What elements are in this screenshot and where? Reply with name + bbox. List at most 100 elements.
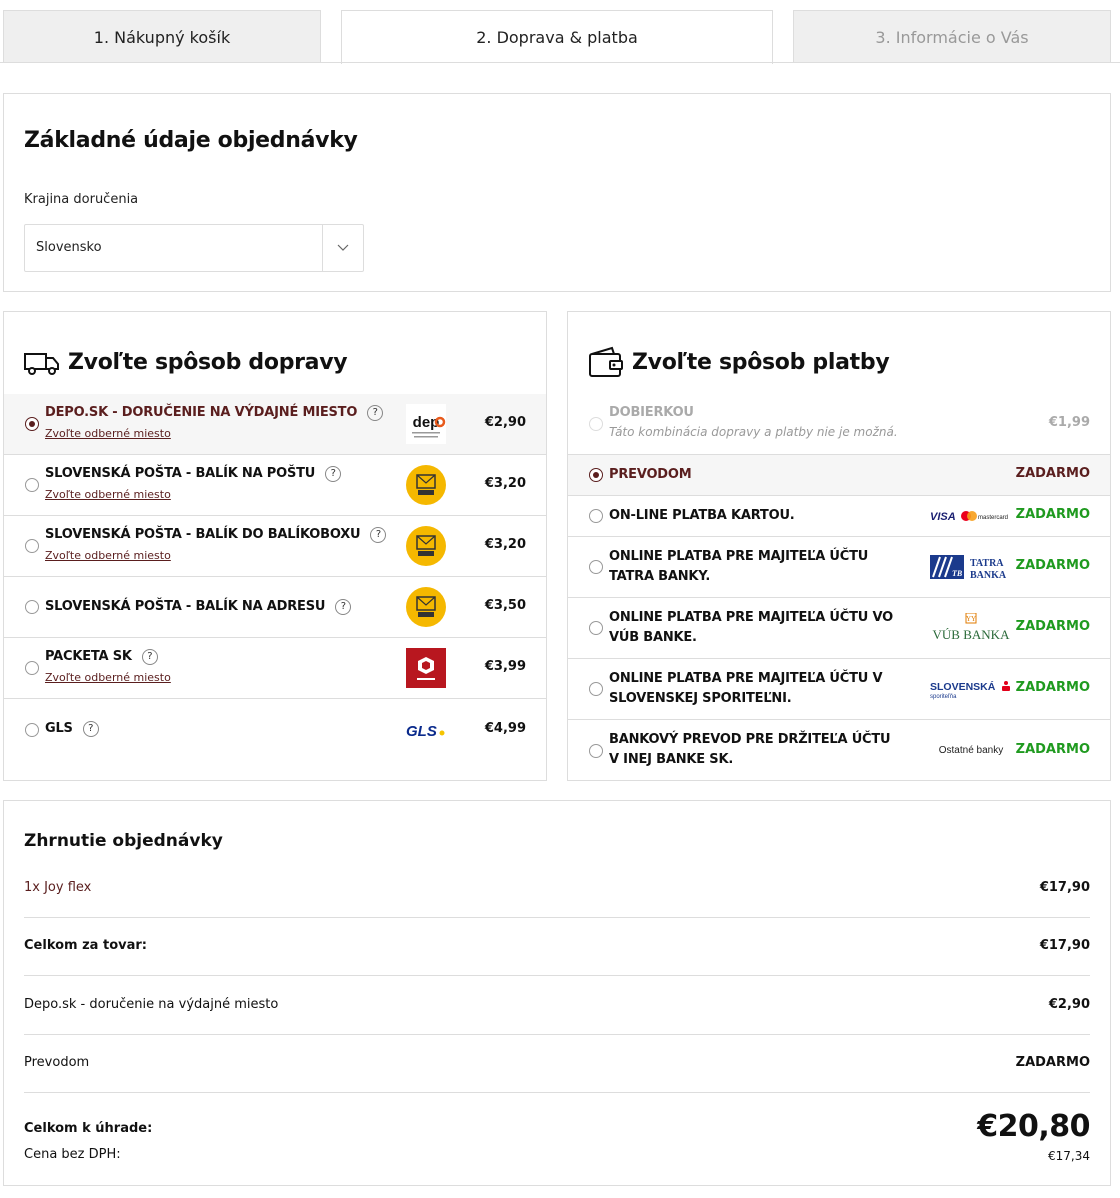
help-icon[interactable]: ? (370, 527, 387, 543)
shipping-option-posta-balikobox[interactable]: SLOVENSKÁ POŠTA - BALÍK DO BALÍKOBOXU? Z… (4, 516, 546, 577)
radio-button[interactable] (589, 621, 603, 635)
payment-option-vub[interactable]: ONLINE PLATBA PRE MAJITEĽA ÚČTU VO VÚB B… (568, 598, 1110, 659)
svg-text:SLOVENSKÁ: SLOVENSKÁ (930, 680, 996, 693)
payment-price: ZADARMO (1015, 466, 1090, 481)
country-value: Slovensko (36, 240, 102, 255)
payment-price: ZADARMO (1015, 680, 1090, 695)
svg-text:VÚB BANKA: VÚB BANKA (933, 627, 1011, 642)
payment-title-text: Zvoľte spôsob platby (632, 349, 890, 375)
radio-button[interactable] (25, 417, 39, 431)
shipping-panel: Zvoľte spôsob dopravy DEPO.SK - DORUČENI… (3, 311, 547, 781)
radio-button[interactable] (25, 478, 39, 492)
radio-button[interactable] (25, 722, 39, 737)
shipping-price: €3,20 (484, 537, 526, 552)
radio-button[interactable] (589, 743, 603, 758)
shipping-option-posta-posta[interactable]: SLOVENSKÁ POŠTA - BALÍK NA POŠTU? Zvoľte… (4, 455, 546, 516)
chevron-down-icon[interactable] (322, 225, 363, 271)
payment-price: ZADARMO (1015, 507, 1090, 522)
payment-name: ONLINE PLATBA PRE MAJITEĽA ÚČTU VO VÚB B… (609, 610, 893, 645)
help-icon[interactable]: ? (141, 649, 158, 665)
payment-price: ZADARMO (1015, 741, 1090, 757)
payment-price: €1,99 (1048, 415, 1090, 430)
checkout-steps: 1. Nákupný košík 2. Doprava & platba 3. … (3, 10, 1111, 64)
posta-logo (406, 465, 446, 505)
help-icon[interactable]: ? (82, 721, 99, 737)
payment-option-other-bank[interactable]: BANKOVÝ PREVOD PRE DRŽITEĽA ÚČTU V INEJ … (568, 720, 1110, 781)
help-icon[interactable]: ? (335, 599, 352, 615)
visa-mastercard-logo: VISA mastercard (930, 503, 1012, 529)
svg-text:VISA: VISA (930, 511, 956, 523)
shipping-summary-label: Depo.sk - doručenie na výdajné miesto (24, 997, 279, 1012)
payment-price: ZADARMO (1015, 619, 1090, 634)
radio-button[interactable] (589, 560, 603, 574)
choose-pickup-link[interactable]: Zvoľte odberné miesto (45, 427, 171, 440)
shipping-price: €3,20 (484, 476, 526, 491)
shipping-name: GLS (45, 721, 73, 736)
country-select[interactable]: Slovensko (24, 224, 364, 272)
payment-unavailable-note: Táto kombinácia dopravy a platby nie je … (609, 425, 898, 439)
shipping-name: SLOVENSKÁ POŠTA - BALÍK NA POŠTU (45, 466, 316, 481)
basic-order-info: Základné údaje objednávky Krajina doruče… (3, 93, 1111, 292)
step-cart[interactable]: 1. Nákupný košík (3, 10, 321, 63)
payment-option-dobierka: DOBIERKOU Táto kombinácia dopravy a plat… (568, 394, 1110, 455)
shipping-name: DEPO.SK - DORUČENIE NA VÝDAJNÉ MIESTO (45, 405, 358, 420)
payment-option-tatra-banka[interactable]: ONLINE PLATBA PRE MAJITEĽA ÚČTU TATRA BA… (568, 537, 1110, 598)
total-value: €20,80 (977, 1109, 1090, 1144)
shipping-price: €3,50 (484, 598, 526, 613)
payment-option-card[interactable]: ON-LINE PLATBA KARTOU. VISA mastercard Z… (568, 496, 1110, 537)
summary-payment-row: Prevodom ZADARMO (24, 1035, 1090, 1093)
radio-button (589, 417, 603, 431)
vub-banka-logo: YY VÚB BANKA (930, 613, 1012, 642)
step-info: 3. Informácie o Vás (793, 10, 1111, 63)
summary-title: Zhrnutie objednávky (24, 831, 223, 851)
svg-text:YY: YY (966, 615, 976, 623)
goods-total-label: Celkom za tovar: (24, 938, 147, 953)
net-label: Cena bez DPH: (24, 1147, 121, 1162)
shipping-title-text: Zvoľte spôsob dopravy (68, 349, 348, 375)
total-label: Celkom k úhrade: (24, 1121, 153, 1136)
shipping-name: SLOVENSKÁ POŠTA - BALÍK NA ADRESU (45, 599, 326, 614)
svg-text:sporiteľňa: sporiteľňa (930, 694, 957, 700)
tatra-banka-logo: TB TATRA BANKA (930, 554, 1012, 580)
wallet-icon (589, 346, 623, 377)
choose-pickup-link[interactable]: Zvoľte odberné miesto (45, 549, 171, 562)
payment-name: PREVODOM (609, 467, 692, 482)
shipping-option-packeta[interactable]: PACKETA SK? Zvoľte odberné miesto €3,99 (4, 638, 546, 699)
shipping-option-gls[interactable]: GLS? GLS €4,99 (4, 699, 546, 760)
country-label: Krajina doručenia (24, 192, 139, 207)
posta-logo (406, 526, 446, 566)
payment-name: ON-LINE PLATBA KARTOU. (609, 508, 795, 523)
payment-name: ONLINE PLATBA PRE MAJITEĽA ÚČTU V SLOVEN… (609, 671, 883, 706)
shipping-price: €4,99 (484, 720, 526, 736)
truck-icon (24, 353, 59, 375)
step-shipping-payment[interactable]: 2. Doprava & platba (341, 10, 773, 64)
svg-text:GLS: GLS (406, 723, 437, 740)
shipping-option-depo[interactable]: DEPO.SK - DORUČENIE NA VÝDAJNÉ MIESTO? Z… (4, 394, 546, 455)
choose-pickup-link[interactable]: Zvoľte odberné miesto (45, 671, 171, 684)
gls-logo: GLS (406, 710, 446, 750)
radio-button[interactable] (589, 682, 603, 696)
payment-option-slsp[interactable]: ONLINE PLATBA PRE MAJITEĽA ÚČTU V SLOVEN… (568, 659, 1110, 720)
radio-button[interactable] (25, 661, 39, 675)
shipping-title: Zvoľte spôsob dopravy (24, 344, 348, 380)
slovenska-sporitelna-logo: SLOVENSKÁ sporiteľňa (930, 676, 1012, 702)
help-icon[interactable]: ? (325, 466, 342, 482)
payment-option-prevodom[interactable]: PREVODOM ZADARMO (568, 455, 1110, 496)
shipping-option-posta-adresa[interactable]: SLOVENSKÁ POŠTA - BALÍK NA ADRESU? €3,50 (4, 577, 546, 638)
other-banks-label: Ostatné banky (938, 745, 1004, 756)
goods-total-value: €17,90 (1039, 938, 1090, 953)
radio-button[interactable] (25, 539, 39, 553)
posta-logo (406, 587, 446, 627)
svg-text:TB: TB (952, 569, 963, 578)
payment-panel: Zvoľte spôsob platby DOBIERKOU Táto komb… (567, 311, 1111, 781)
choose-pickup-link[interactable]: Zvoľte odberné miesto (45, 488, 171, 501)
shipping-name: PACKETA SK (45, 649, 132, 664)
product-link[interactable]: 1x Joy flex (24, 880, 91, 895)
help-icon[interactable]: ? (367, 405, 384, 421)
order-summary: Zhrnutie objednávky 1x Joy flex €17,90 C… (3, 800, 1111, 1186)
svg-text:mastercard: mastercard (978, 515, 1008, 521)
radio-button[interactable] (589, 468, 603, 482)
radio-button[interactable] (25, 600, 39, 614)
radio-button[interactable] (589, 509, 603, 523)
shipping-name: SLOVENSKÁ POŠTA - BALÍK DO BALÍKOBOXU (45, 527, 361, 542)
